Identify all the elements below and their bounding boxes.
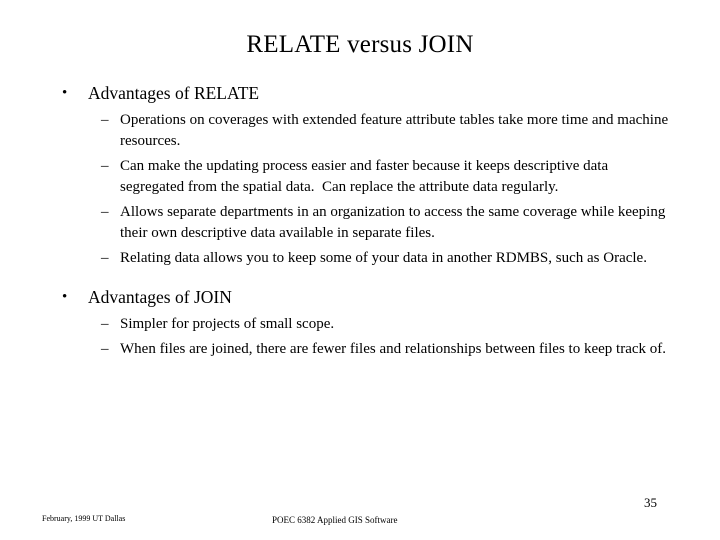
sub-bullet: – Operations on coverages with extended … bbox=[56, 110, 676, 152]
bullet-label: Advantages of RELATE bbox=[88, 83, 260, 103]
page-number: 35 bbox=[644, 495, 657, 510]
bullet-label: Advantages of JOIN bbox=[88, 287, 232, 307]
sub-bullet-text: Simpler for projects of small scope. bbox=[120, 316, 335, 332]
bullet-dot-icon: • bbox=[62, 289, 68, 305]
presentation-slide: RELATE versus JOIN • Advantages of RELAT… bbox=[0, 0, 720, 540]
footer-left-text: February, 1999 UT Dallas bbox=[42, 514, 126, 523]
bullet-advantages-of-relate: • Advantages of RELATE bbox=[56, 82, 676, 105]
sub-bullet-text: Can make the updating process easier and… bbox=[120, 158, 612, 195]
bullet-advantages-of-join: • Advantages of JOIN bbox=[56, 286, 676, 309]
sub-bullet: – Can make the updating process easier a… bbox=[56, 156, 676, 198]
sub-bullet-text: Operations on coverages with extended fe… bbox=[120, 112, 672, 149]
sublist-join: – Simpler for projects of small scope. –… bbox=[56, 314, 676, 360]
bullet-dot-icon: • bbox=[62, 85, 68, 101]
sub-bullet-text: When files are joined, there are fewer f… bbox=[120, 341, 667, 357]
dash-icon: – bbox=[101, 316, 109, 332]
dash-icon: – bbox=[101, 250, 109, 266]
sub-bullet-text: Allows separate departments in an organi… bbox=[120, 204, 670, 241]
dash-icon: – bbox=[101, 204, 109, 220]
sub-bullet: – When files are joined, there are fewer… bbox=[56, 339, 676, 360]
dash-icon: – bbox=[101, 158, 109, 174]
sublist-relate: – Operations on coverages with extended … bbox=[56, 110, 676, 269]
sub-bullet: – Relating data allows you to keep some … bbox=[56, 248, 676, 269]
footer-center-text: POEC 6382 Applied GIS Software bbox=[272, 515, 398, 525]
sub-bullet: – Simpler for projects of small scope. bbox=[56, 314, 676, 335]
dash-icon: – bbox=[101, 112, 109, 128]
sub-bullet-text: Relating data allows you to keep some of… bbox=[120, 250, 647, 266]
dash-icon: – bbox=[101, 341, 109, 357]
slide-title: RELATE versus JOIN bbox=[246, 31, 474, 58]
sub-bullet: – Allows separate departments in an orga… bbox=[56, 202, 676, 244]
slide-body: • Advantages of RELATE – Operations on c… bbox=[56, 82, 676, 367]
